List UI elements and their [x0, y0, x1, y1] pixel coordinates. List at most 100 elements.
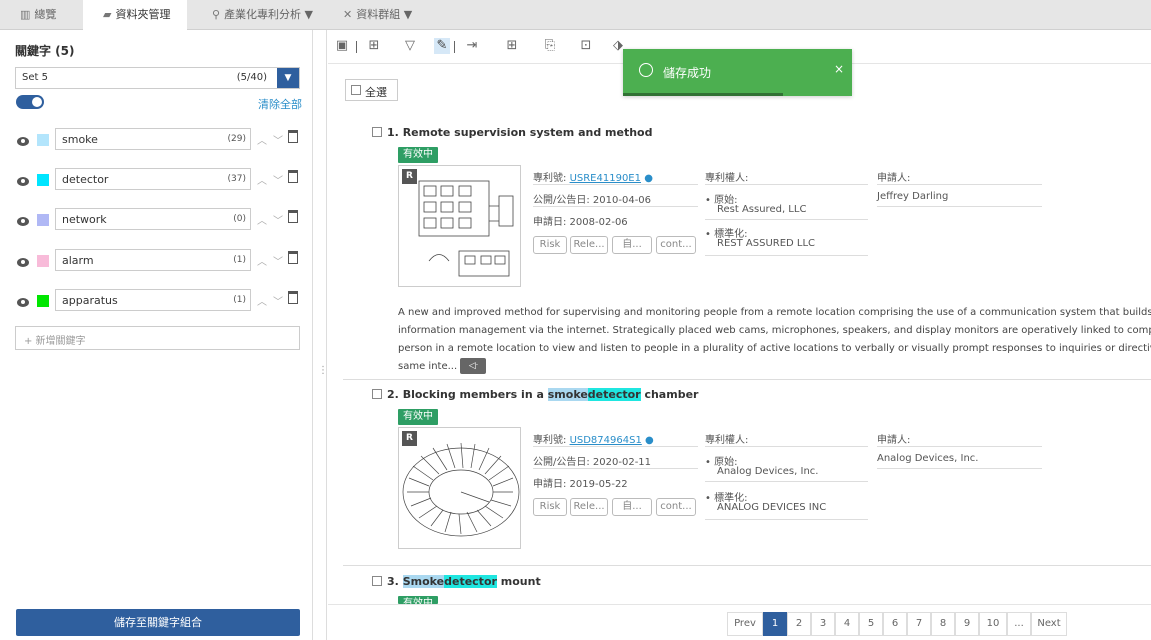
divider	[705, 255, 868, 256]
keyword-field[interactable]: apparatus (1)	[55, 289, 251, 311]
eye-icon[interactable]	[17, 177, 29, 186]
tab-folder-management[interactable]: ▰ 資料夾管理	[83, 0, 187, 30]
divider	[533, 446, 698, 447]
arrow-up-icon[interactable]: ︿	[257, 212, 267, 227]
tag-chip[interactable]: Rele...	[570, 498, 608, 516]
eye-icon[interactable]	[17, 137, 29, 146]
keyword-count: (37)	[227, 174, 246, 184]
new-keyword-input[interactable]: + 新增關鍵字	[15, 326, 300, 350]
highlight-toggle[interactable]	[16, 95, 44, 109]
save-to-keyword-set-button[interactable]: 儲存至關鍵字組合	[16, 609, 300, 636]
pagination-page[interactable]: ...	[1007, 612, 1031, 636]
keyword-color-swatch[interactable]	[37, 255, 49, 267]
select-all-checkbox[interactable]: 全選	[345, 79, 398, 101]
tag-chip[interactable]: Rele...	[570, 236, 608, 254]
assignee-label: 專利權人:	[705, 173, 749, 184]
pagination-page[interactable]: 7	[907, 612, 931, 636]
pagination-page[interactable]: 1	[763, 612, 787, 636]
checkbox[interactable]	[351, 85, 361, 95]
trash-icon[interactable]	[288, 210, 298, 223]
highlighter-icon[interactable]: ✎	[434, 38, 450, 54]
speaker-icon[interactable]: ◁ᐧ	[460, 358, 487, 374]
arrow-down-icon[interactable]: ﹀	[273, 253, 283, 268]
applicant-value: Jeffrey Darling	[877, 191, 949, 202]
assignee-standardized-value: REST ASSURED LLC	[717, 238, 816, 249]
pagination-page[interactable]: 2	[787, 612, 811, 636]
tab-data-group[interactable]: ✕ 資料群組 ▼	[343, 0, 443, 30]
expand-icon[interactable]: ⊞	[504, 38, 520, 54]
add-document-icon[interactable]: ⊡	[578, 38, 594, 54]
pagination-next[interactable]: Next	[1031, 612, 1067, 636]
publication-date: 公開/公告日: 2010-04-06	[533, 195, 652, 206]
keyword-color-swatch[interactable]	[37, 174, 49, 186]
result-checkbox[interactable]	[372, 127, 382, 137]
keyword-field[interactable]: smoke (29)	[55, 128, 251, 150]
trash-icon[interactable]	[288, 291, 298, 304]
eye-icon[interactable]	[17, 298, 29, 307]
trash-icon[interactable]	[288, 130, 298, 143]
check-circle-icon	[639, 63, 653, 77]
patent-number: 專利號: USRE41190E1 ●	[533, 173, 653, 184]
arrow-up-icon[interactable]: ︿	[257, 293, 267, 308]
arrow-up-icon[interactable]: ︿	[257, 132, 267, 147]
toast-message: 儲存成功	[663, 66, 712, 80]
toast-progress	[623, 93, 783, 96]
tag-chip[interactable]: 自...	[612, 236, 652, 254]
tab-overview[interactable]: ▥ 總覽	[0, 0, 78, 30]
divider	[533, 206, 698, 207]
arrow-down-icon[interactable]: ﹀	[273, 172, 283, 187]
keyword-color-swatch[interactable]	[37, 214, 49, 226]
tab-industrial-analysis[interactable]: ⚲ 產業化專利分析 ▼	[200, 0, 325, 30]
tag-chip[interactable]: Risk	[533, 236, 567, 254]
tag-chip[interactable]: 自...	[612, 498, 652, 516]
result-checkbox[interactable]	[372, 576, 382, 586]
folder-settings-icon[interactable]: ▣	[334, 38, 350, 54]
panel-splitter[interactable]	[313, 30, 327, 640]
patent-drawing-image	[418, 180, 514, 277]
patent-thumbnail[interactable]: R	[398, 427, 521, 549]
arrow-down-icon[interactable]: ﹀	[273, 132, 283, 147]
divider	[877, 468, 1042, 469]
pagination-page[interactable]: 10	[979, 612, 1007, 636]
result-divider	[343, 565, 1151, 566]
keyword-color-swatch[interactable]	[37, 295, 49, 307]
keyword-set-select[interactable]: Set 5 (5/40) ▼	[15, 67, 300, 89]
tag-chip[interactable]: cont...	[656, 498, 696, 516]
document-search-icon[interactable]: ⎘	[542, 38, 558, 54]
trash-icon[interactable]	[288, 251, 298, 264]
clear-all-link[interactable]: 清除全部	[258, 96, 302, 112]
eye-icon[interactable]	[17, 258, 29, 267]
result-checkbox[interactable]	[372, 389, 382, 399]
arrow-down-icon[interactable]: ﹀	[273, 212, 283, 227]
pagination-page[interactable]: 3	[811, 612, 835, 636]
arrow-down-icon[interactable]: ﹀	[273, 293, 283, 308]
arrow-up-icon[interactable]: ︿	[257, 172, 267, 187]
pagination-page[interactable]: 9	[955, 612, 979, 636]
divider	[877, 206, 1042, 207]
keyword-field[interactable]: network (0)	[55, 208, 251, 230]
pagination-prev[interactable]: Prev	[727, 612, 763, 636]
patent-number-link[interactable]: USRE41190E1	[570, 173, 641, 184]
close-icon[interactable]: ×	[834, 62, 844, 76]
pagination-page[interactable]: 4	[835, 612, 859, 636]
eye-icon[interactable]	[17, 217, 29, 226]
keyword-field[interactable]: alarm (1)	[55, 249, 251, 271]
tree-icon[interactable]: ⊞	[366, 38, 382, 54]
arrow-up-icon[interactable]: ︿	[257, 253, 267, 268]
filter-icon[interactable]: ▽	[402, 38, 418, 54]
patent-number-link[interactable]: USD874964S1	[570, 435, 642, 446]
trash-icon[interactable]	[288, 170, 298, 183]
pagination-page[interactable]: 8	[931, 612, 955, 636]
chevron-down-icon[interactable]: ▼	[277, 68, 299, 88]
pagination-page[interactable]: 5	[859, 612, 883, 636]
keyword-color-swatch[interactable]	[37, 134, 49, 146]
tag-chip[interactable]: Risk	[533, 498, 567, 516]
pagination-page[interactable]: 6	[883, 612, 907, 636]
r-badge: R	[402, 431, 417, 446]
export-icon[interactable]: ⇥	[464, 38, 480, 54]
tag-chip[interactable]: cont...	[656, 236, 696, 254]
patent-thumbnail[interactable]: R	[398, 165, 521, 287]
drag-handle-icon[interactable]: ⋮	[318, 366, 328, 384]
keyword-field[interactable]: detector (37)	[55, 168, 251, 190]
applicant-label: 申請人:	[877, 435, 911, 446]
